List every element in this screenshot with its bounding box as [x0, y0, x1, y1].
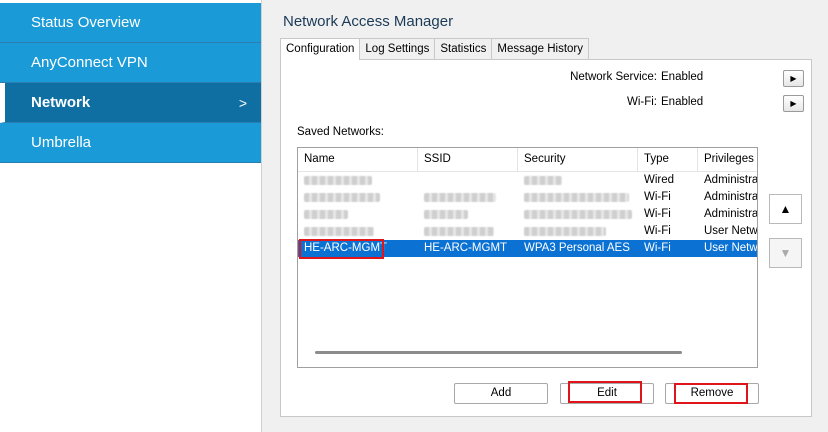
sidebar-item-label: Network: [31, 94, 91, 111]
list-item[interactable]: Wired Administrat: [298, 172, 758, 189]
wifi-row: Wi-Fi:: [281, 96, 657, 114]
wifi-value: Enabled: [661, 96, 704, 108]
cell-security-redacted: [518, 189, 638, 206]
wifi-value-wrap: Enabled: [661, 96, 741, 114]
highlight-box: [299, 239, 384, 259]
list-item[interactable]: Wi-Fi User Netwo: [298, 223, 758, 240]
add-button[interactable]: Add: [454, 383, 548, 404]
network-service-label: Network Service:: [570, 71, 657, 83]
cell-security: WPA3 Personal AES: [524, 242, 630, 254]
column-header-security[interactable]: Security: [518, 148, 638, 171]
cell-name-redacted: [298, 189, 418, 206]
sidebar-item-label: Status Overview: [31, 14, 141, 31]
list-header: Name SSID Security Type Privileges: [298, 148, 757, 172]
cell-type: Wi-Fi: [644, 225, 671, 237]
tab-message-history[interactable]: Message History: [491, 38, 589, 59]
move-down-button[interactable]: ▼: [769, 238, 802, 268]
cell-privileges: Administrat: [704, 191, 758, 203]
tab-log-settings[interactable]: Log Settings: [359, 38, 436, 59]
column-header-ssid[interactable]: SSID: [418, 148, 518, 171]
chevron-right-icon: >: [238, 95, 247, 111]
cell-security-redacted: [518, 206, 638, 223]
sidebar-item-label: AnyConnect VPN: [31, 54, 148, 71]
wifi-expand-button[interactable]: ▶: [783, 95, 804, 112]
configuration-panel: Network Service: Enabled ▶ Wi-Fi: Enable…: [280, 59, 812, 417]
list-item-selected[interactable]: HE-ARC-MGMT HE-ARC-MGMT WPA3 Personal AE…: [298, 239, 758, 259]
column-header-privileges[interactable]: Privileges: [698, 148, 757, 171]
sidebar-item-status-overview[interactable]: Status Overview: [0, 3, 261, 43]
network-service-value-wrap: Enabled: [661, 71, 741, 89]
tab-statistics[interactable]: Statistics: [434, 38, 493, 59]
cell-security-redacted: [518, 172, 638, 189]
horizontal-scrollbar[interactable]: [315, 351, 682, 354]
main-panel: Network Access Manager Configuration Log…: [263, 0, 828, 432]
cell-type: Wi-Fi: [644, 208, 671, 220]
cell-privileges: Administrat: [704, 174, 758, 186]
cell-name-redacted: [298, 172, 418, 189]
sidebar-item-network[interactable]: Network >: [0, 83, 261, 123]
move-up-button[interactable]: ▲: [769, 194, 802, 224]
edit-button[interactable]: Edit: [560, 383, 654, 404]
sidebar-item-label: Umbrella: [31, 134, 92, 151]
column-header-type[interactable]: Type: [638, 148, 698, 171]
saved-networks-label: Saved Networks:: [297, 126, 384, 138]
remove-button[interactable]: Remove: [665, 383, 759, 404]
cell-ssid-redacted: [418, 172, 518, 189]
cell-privileges: User Netwo: [704, 225, 758, 237]
network-service-expand-button[interactable]: ▶: [783, 70, 804, 87]
list-item[interactable]: Wi-Fi Administrat: [298, 206, 758, 223]
cell-ssid-redacted: [418, 189, 518, 206]
sidebar-item-umbrella[interactable]: Umbrella: [0, 123, 261, 163]
page-title: Network Access Manager: [283, 13, 454, 30]
cell-ssid: HE-ARC-MGMT: [424, 242, 508, 254]
tab-bar: Configuration Log Settings Statistics Me…: [280, 38, 589, 60]
cell-type: Wi-Fi: [644, 191, 671, 203]
cell-name-redacted: [298, 206, 418, 223]
saved-networks-list[interactable]: Name SSID Security Type Privileges Wired…: [297, 147, 758, 368]
cell-type: Wired: [644, 174, 675, 186]
tab-configuration[interactable]: Configuration: [280, 38, 361, 60]
sidebar: Status Overview AnyConnect VPN Network >…: [0, 0, 262, 432]
cell-privileges: User Netwo: [704, 242, 758, 254]
sidebar-item-anyconnect-vpn[interactable]: AnyConnect VPN: [0, 43, 261, 83]
column-header-name[interactable]: Name: [298, 148, 418, 171]
cell-type: Wi-Fi: [644, 242, 671, 254]
cell-security-redacted: [518, 223, 638, 240]
cell-ssid-redacted: [418, 206, 518, 223]
network-service-value: Enabled: [661, 71, 704, 83]
cell-name-redacted: [298, 223, 418, 240]
cell-ssid-redacted: [418, 223, 518, 240]
list-item[interactable]: Wi-Fi Administrat: [298, 189, 758, 206]
wifi-label: Wi-Fi:: [626, 96, 657, 108]
network-service-row: Network Service:: [281, 71, 657, 89]
cell-privileges: Administrat: [704, 208, 758, 220]
